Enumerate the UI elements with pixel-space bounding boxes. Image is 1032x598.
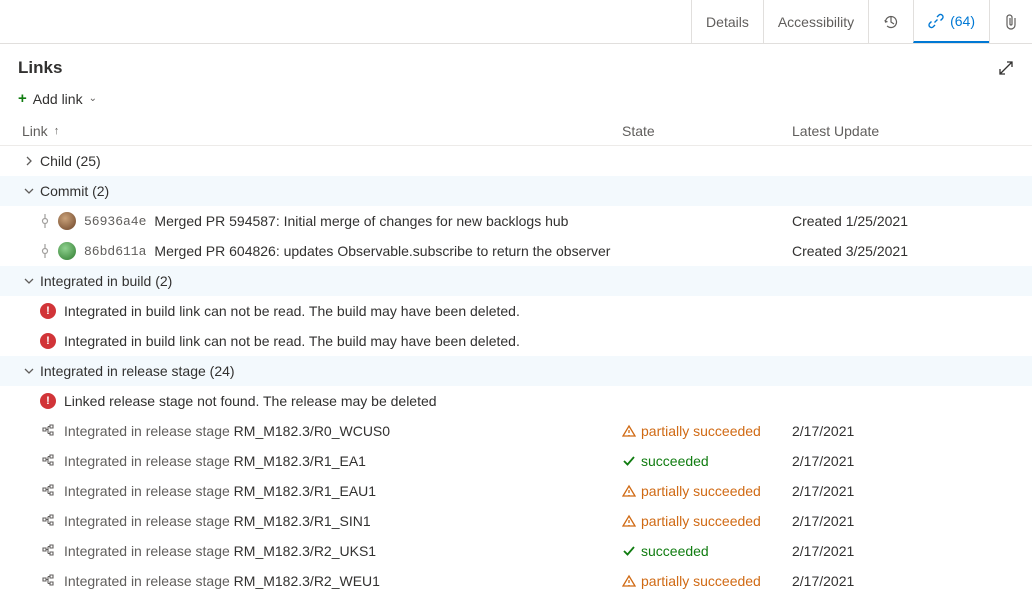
error-text: Linked release stage not found. The rele…	[64, 393, 437, 409]
error-text: Integrated in build link can not be read…	[64, 333, 520, 349]
release-name: RM_M182.3/R2_UKS1	[234, 543, 376, 559]
group-child[interactable]: Child (25)	[0, 146, 1032, 176]
chevron-down-icon	[22, 367, 36, 375]
release-row[interactable]: Integrated in release stage RM_M182.3/R2…	[0, 536, 1032, 566]
commit-icon	[40, 246, 50, 256]
release-date: 2/17/2021	[792, 483, 1014, 499]
warning-icon	[622, 514, 636, 528]
commit-desc: Merged PR 604826: updates Observable.sub…	[154, 243, 610, 259]
commit-row[interactable]: 86bd611a Merged PR 604826: updates Observ…	[0, 236, 1032, 266]
warning-icon	[622, 484, 636, 498]
commit-hash: 56936a4e	[84, 214, 146, 229]
tab-attachments[interactable]	[989, 0, 1032, 43]
add-link-row: + Add link ⌄	[0, 86, 1032, 117]
warning-icon	[622, 574, 636, 588]
links-list[interactable]: Child (25) Commit (2) 56936a4e Merged PR …	[0, 146, 1032, 598]
release-stage-icon	[40, 574, 56, 588]
fullscreen-button[interactable]	[998, 60, 1014, 76]
release-prefix: Integrated in release stage	[64, 543, 230, 559]
column-headers: Link ↑ State Latest Update	[0, 117, 1032, 146]
warning-icon	[622, 424, 636, 438]
page-title: Links	[18, 58, 62, 78]
release-date: 2/17/2021	[792, 513, 1014, 529]
release-prefix: Integrated in release stage	[64, 423, 230, 439]
error-icon: !	[40, 333, 56, 349]
error-icon: !	[40, 303, 56, 319]
release-state: partially succeeded	[622, 483, 792, 499]
group-commit[interactable]: Commit (2)	[0, 176, 1032, 206]
chevron-down-icon	[22, 277, 36, 285]
release-date: 2/17/2021	[792, 453, 1014, 469]
group-label: Commit (2)	[40, 183, 109, 199]
release-prefix: Integrated in release stage	[64, 453, 230, 469]
sort-asc-icon: ↑	[54, 125, 60, 137]
build-error-row[interactable]: ! Integrated in build link can not be rea…	[0, 296, 1032, 326]
release-stage-icon	[40, 454, 56, 468]
avatar	[58, 212, 76, 230]
tabs-bar: Details Accessibility (64)	[0, 0, 1032, 44]
chevron-right-icon	[22, 156, 36, 166]
group-build[interactable]: Integrated in build (2)	[0, 266, 1032, 296]
release-error-row[interactable]: ! Linked release stage not found. The rel…	[0, 386, 1032, 416]
release-stage-icon	[40, 484, 56, 498]
group-label: Integrated in release stage (24)	[40, 363, 235, 379]
commit-row[interactable]: 56936a4e Merged PR 594587: Initial merge …	[0, 206, 1032, 236]
group-label: Child (25)	[40, 153, 101, 169]
release-state: succeeded	[622, 543, 792, 559]
col-update-header[interactable]: Latest Update	[792, 123, 1014, 139]
success-icon	[622, 454, 636, 468]
plus-icon: +	[18, 90, 27, 107]
release-date: 2/17/2021	[792, 573, 1014, 589]
chevron-down-icon: ⌄	[89, 93, 97, 104]
tab-links[interactable]: (64)	[913, 0, 989, 43]
success-icon	[622, 544, 636, 558]
tab-accessibility[interactable]: Accessibility	[763, 0, 868, 43]
release-stage-icon	[40, 514, 56, 528]
release-name: RM_M182.3/R1_EA1	[234, 453, 366, 469]
links-count-label: (64)	[950, 13, 975, 29]
group-label: Integrated in build (2)	[40, 273, 172, 289]
release-row[interactable]: Integrated in release stage RM_M182.3/R2…	[0, 566, 1032, 596]
col-state-header[interactable]: State	[622, 123, 792, 139]
attachment-icon	[1004, 14, 1018, 30]
release-state: partially succeeded	[622, 573, 792, 589]
release-name: RM_M182.3/R1_SIN1	[234, 513, 371, 529]
commit-hash: 86bd611a	[84, 244, 146, 259]
group-release[interactable]: Integrated in release stage (24)	[0, 356, 1032, 386]
release-stage-icon	[40, 424, 56, 438]
release-name: RM_M182.3/R1_EAU1	[234, 483, 376, 499]
release-state: partially succeeded	[622, 513, 792, 529]
release-prefix: Integrated in release stage	[64, 513, 230, 529]
links-header: Links	[0, 44, 1032, 86]
release-date: 2/17/2021	[792, 543, 1014, 559]
release-row[interactable]: Integrated in release stage RM_M182.3/R1…	[0, 506, 1032, 536]
tab-history[interactable]	[868, 0, 913, 43]
release-prefix: Integrated in release stage	[64, 483, 230, 499]
col-link-header[interactable]: Link ↑	[22, 123, 622, 139]
release-name: RM_M182.3/R2_WEU1	[234, 573, 380, 589]
build-error-row[interactable]: ! Integrated in build link can not be rea…	[0, 326, 1032, 356]
commit-update: Created 1/25/2021	[792, 213, 1014, 229]
error-text: Integrated in build link can not be read…	[64, 303, 520, 319]
commit-desc: Merged PR 594587: Initial merge of chang…	[154, 213, 568, 229]
link-icon	[928, 13, 944, 29]
release-state: succeeded	[622, 453, 792, 469]
add-link-label: Add link	[33, 91, 83, 107]
avatar	[58, 242, 76, 260]
release-state: partially succeeded	[622, 423, 792, 439]
add-link-button[interactable]: + Add link ⌄	[18, 90, 97, 107]
tab-details[interactable]: Details	[691, 0, 763, 43]
commit-icon	[40, 216, 50, 226]
release-date: 2/17/2021	[792, 423, 1014, 439]
release-row[interactable]: Integrated in release stage RM_M182.3/R1…	[0, 446, 1032, 476]
release-row[interactable]: Integrated in release stage RM_M182.3/R1…	[0, 476, 1032, 506]
chevron-down-icon	[22, 187, 36, 195]
commit-update: Created 3/25/2021	[792, 243, 1014, 259]
release-prefix: Integrated in release stage	[64, 573, 230, 589]
release-row[interactable]: Integrated in release stage RM_M182.3/R0…	[0, 416, 1032, 446]
release-stage-icon	[40, 544, 56, 558]
release-name: RM_M182.3/R0_WCUS0	[234, 423, 390, 439]
error-icon: !	[40, 393, 56, 409]
history-icon	[883, 14, 899, 30]
